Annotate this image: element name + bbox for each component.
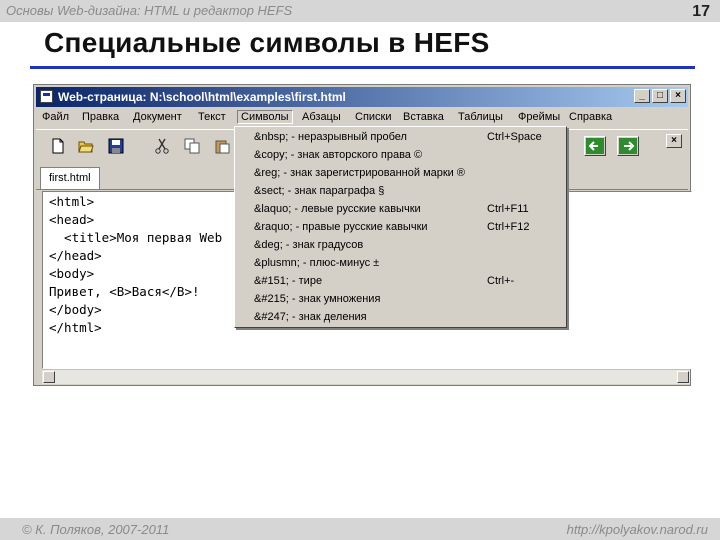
code-line: Привет, <B>Вася</B>! bbox=[49, 284, 200, 299]
menu-item-divide[interactable]: &#247; - знак деления bbox=[235, 309, 566, 327]
menu-item-label: &laquo; - левые русские кавычки bbox=[254, 203, 421, 215]
minimize-button[interactable]: _ bbox=[634, 89, 650, 103]
menu-paragraphs[interactable]: Абзацы bbox=[302, 111, 341, 123]
menu-item-times[interactable]: &#215; - знак умножения bbox=[235, 291, 566, 309]
menu-item-plusmn[interactable]: &plusmn; - плюс-минус ± bbox=[235, 255, 566, 273]
menu-item-label: &#215; - знак умножения bbox=[254, 293, 381, 305]
open-folder-icon[interactable] bbox=[78, 138, 94, 154]
slide-footer-url: http://kpolyakov.narod.ru bbox=[566, 522, 708, 537]
slide-footer-copyright: © К. Поляков, 2007-2011 bbox=[22, 522, 170, 537]
horizontal-scrollbar[interactable] bbox=[42, 369, 690, 384]
forward-button[interactable] bbox=[617, 136, 639, 156]
document-close-button[interactable]: × bbox=[666, 134, 682, 148]
close-button[interactable]: × bbox=[670, 89, 686, 103]
menu-frames[interactable]: Фреймы bbox=[518, 111, 560, 123]
code-line: </body> bbox=[49, 302, 102, 317]
app-icon bbox=[40, 90, 53, 103]
scroll-left-arrow[interactable] bbox=[43, 371, 55, 383]
slide-number: 17 bbox=[692, 3, 710, 20]
menu-text[interactable]: Текст bbox=[198, 111, 226, 123]
slide-title: Специальные символы в HEFS bbox=[44, 27, 490, 58]
menu-item-raquo[interactable]: &raquo; - правые русские кавычки Ctrl+F1… bbox=[235, 219, 566, 237]
maximize-button[interactable]: □ bbox=[652, 89, 668, 103]
menu-item-label: &reg; - знак зарегистрированной марки ® bbox=[254, 167, 465, 179]
menu-item-laquo[interactable]: &laquo; - левые русские кавычки Ctrl+F11 bbox=[235, 201, 566, 219]
code-line: <title>Моя первая Web bbox=[49, 230, 223, 245]
code-line: </html> bbox=[49, 320, 102, 335]
menu-item-label: &#151; - тире bbox=[254, 275, 323, 287]
menu-edit[interactable]: Правка bbox=[82, 111, 119, 123]
arrow-right-icon bbox=[619, 138, 637, 154]
slide-header: Основы Web-дизайна: HTML и редактор HEFS bbox=[6, 3, 293, 18]
tab-first-html[interactable]: first.html bbox=[40, 167, 100, 189]
menu-tables[interactable]: Таблицы bbox=[458, 111, 503, 123]
arrow-left-icon bbox=[586, 138, 604, 154]
copy-icon[interactable] bbox=[184, 138, 200, 154]
menu-item-label: &copy; - знак авторского права © bbox=[254, 149, 423, 161]
code-line: </head> bbox=[49, 248, 102, 263]
code-line: <html> bbox=[49, 194, 95, 209]
menu-item-dash[interactable]: &#151; - тире Ctrl+- bbox=[235, 273, 566, 291]
code-line: <head> bbox=[49, 212, 95, 227]
menu-item-label: &raquo; - правые русские кавычки bbox=[254, 221, 428, 233]
menu-item-deg[interactable]: &deg; - знак градусов bbox=[235, 237, 566, 255]
menu-file[interactable]: Файл bbox=[42, 111, 69, 123]
menu-item-shortcut: Ctrl+F12 bbox=[487, 221, 530, 233]
menu-item-label: &deg; - знак градусов bbox=[254, 239, 364, 251]
window-title: Web-страница: N:\school\html\examples\fi… bbox=[58, 90, 346, 104]
menu-item-shortcut: Ctrl+F11 bbox=[487, 203, 529, 215]
code-line: <body> bbox=[49, 266, 95, 281]
menu-item-copy[interactable]: &copy; - знак авторского права © bbox=[235, 147, 566, 165]
menu-item-sect[interactable]: &sect; - знак параграфа § bbox=[235, 183, 566, 201]
menu-item-shortcut: Ctrl+Space bbox=[487, 131, 542, 143]
menu-item-label: &plusmn; - плюс-минус ± bbox=[254, 257, 380, 269]
menu-item-reg[interactable]: &reg; - знак зарегистрированной марки ® bbox=[235, 165, 566, 183]
back-button[interactable] bbox=[584, 136, 606, 156]
menu-symbols[interactable]: Символы bbox=[237, 110, 293, 124]
menu-item-label: &#247; - знак деления bbox=[254, 311, 367, 323]
new-document-icon[interactable] bbox=[50, 138, 66, 154]
window-title-bar[interactable]: Web-страница: N:\school\html\examples\fi… bbox=[36, 87, 688, 107]
paste-icon[interactable] bbox=[214, 138, 230, 154]
menu-item-label: &sect; - знак параграфа § bbox=[254, 185, 385, 197]
menu-item-nbsp[interactable]: &nbsp; - неразрывный пробел Ctrl+Space bbox=[235, 129, 566, 147]
menu-item-label: &nbsp; - неразрывный пробел bbox=[254, 131, 407, 143]
scroll-right-arrow[interactable] bbox=[677, 371, 689, 383]
menu-lists[interactable]: Списки bbox=[355, 111, 392, 123]
symbols-dropdown-menu: &nbsp; - неразрывный пробел Ctrl+Space &… bbox=[234, 126, 567, 328]
title-divider bbox=[30, 66, 695, 69]
cut-scissors-icon[interactable] bbox=[154, 138, 170, 154]
save-disk-icon[interactable] bbox=[108, 138, 124, 154]
menu-item-shortcut: Ctrl+- bbox=[487, 275, 515, 287]
menu-help[interactable]: Справка bbox=[569, 111, 612, 123]
menu-insert[interactable]: Вставка bbox=[403, 111, 444, 123]
menu-document[interactable]: Документ bbox=[133, 111, 182, 123]
